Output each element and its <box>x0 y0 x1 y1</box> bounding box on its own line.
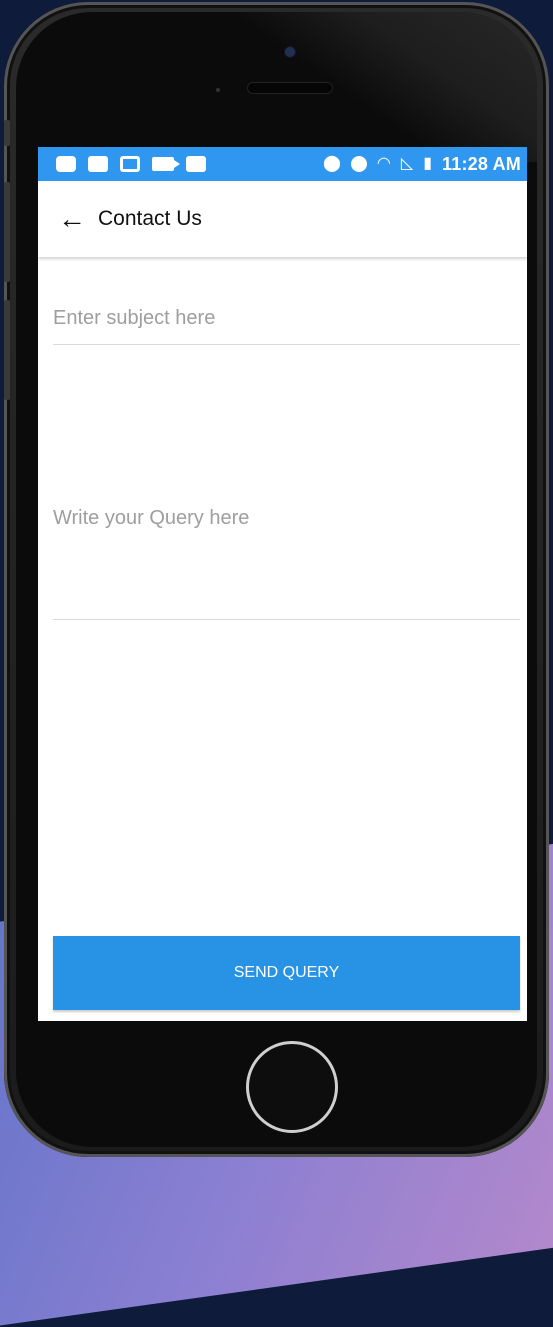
video-icon <box>152 157 180 171</box>
send-query-button[interactable]: SEND QUERY <box>53 936 520 1010</box>
status-notifications <box>56 156 206 172</box>
volume-down-button <box>4 300 10 400</box>
dnd-icon <box>350 156 367 172</box>
location-icon: ⬤ <box>323 155 341 172</box>
battery-charging-icon: ▮ <box>423 155 433 172</box>
app-bar: ← Contact Us <box>38 181 527 257</box>
subject-input[interactable]: Enter subject here <box>53 307 520 345</box>
volume-up-button <box>4 182 10 282</box>
home-button[interactable] <box>246 1041 338 1133</box>
subject-placeholder: Enter subject here <box>53 307 216 329</box>
no-sim-icon: ◺ <box>400 155 414 172</box>
phone-screen: ⬤ ◠ ◺ ▮ 11:28 AM ← Contact Us Enter subj… <box>38 147 527 1021</box>
proximity-sensor <box>216 88 220 92</box>
front-camera <box>285 47 295 57</box>
wifi-icon: ◠ <box>376 155 391 172</box>
message-icon <box>56 156 76 172</box>
mute-switch <box>4 120 10 146</box>
earpiece-speaker <box>247 82 333 94</box>
status-system: ⬤ ◠ ◺ ▮ 11:28 AM <box>323 154 521 175</box>
back-arrow-icon[interactable]: ← <box>58 205 98 233</box>
query-placeholder: Write your Query here <box>53 507 250 529</box>
status-time: 11:28 AM <box>442 153 521 174</box>
square-icon <box>88 156 108 172</box>
mail-icon <box>120 156 140 172</box>
image-icon <box>186 156 206 172</box>
query-textarea[interactable]: Write your Query here <box>53 507 520 620</box>
status-bar: ⬤ ◠ ◺ ▮ 11:28 AM <box>38 147 527 181</box>
page-title: Contact Us <box>98 207 202 230</box>
